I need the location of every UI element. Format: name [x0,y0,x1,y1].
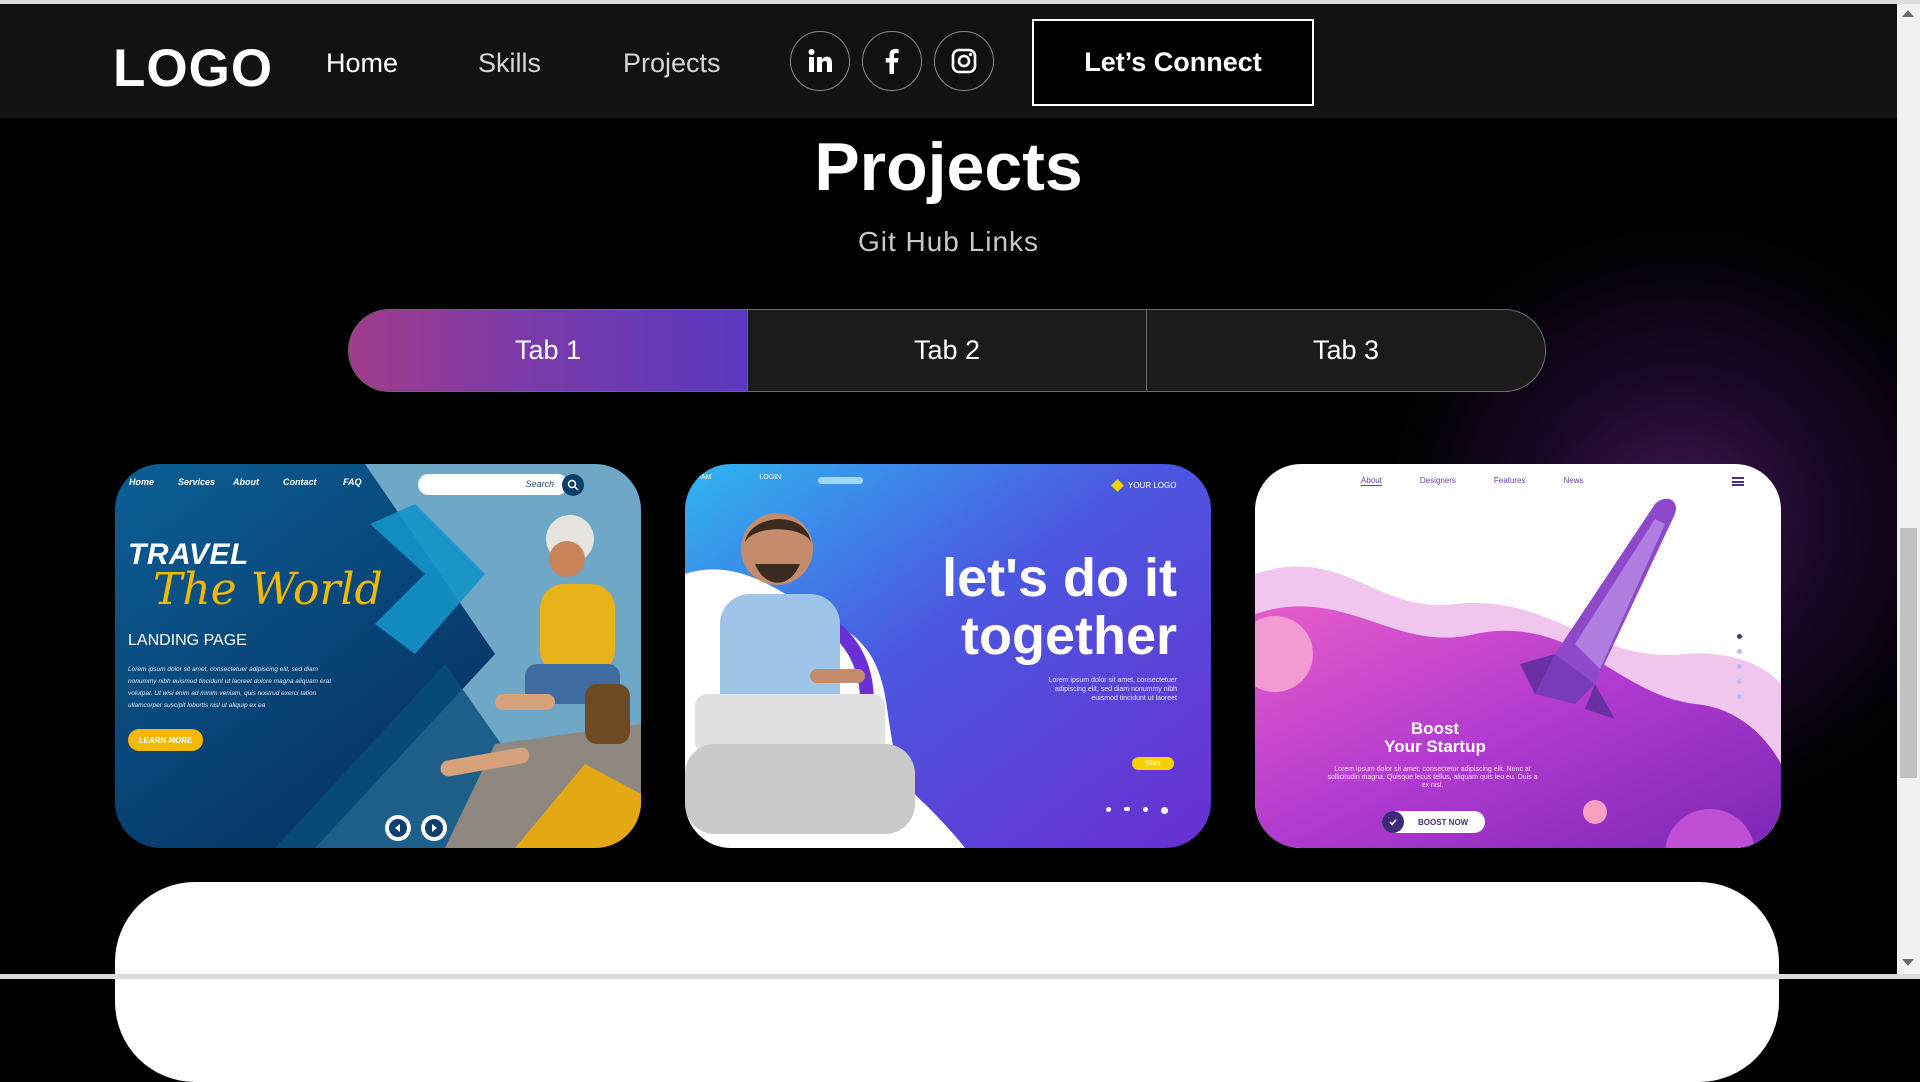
globe-icon[interactable] [1161,807,1168,814]
together-nav: FAM LOGIN [697,474,781,481]
section-subtitle: Git Hub Links [857,226,1040,257]
together-logo-text: YOUR LOGO [1128,481,1177,490]
together-social-icons [1106,807,1168,814]
travel-nav-about[interactable]: About [233,477,283,487]
travel-nav-contact[interactable]: Contact [283,477,343,487]
startup-nav-news[interactable]: News [1564,476,1584,486]
startup-body-text: Lorem ipsum dolor sit amet, consectetur … [1327,766,1538,789]
check-icon [1382,811,1404,833]
project-card-together[interactable]: FAM LOGIN YOUR LOGO let's do it together… [685,464,1211,848]
together-start-button[interactable]: Start [1132,757,1174,770]
instagram-icon [951,48,977,74]
startup-button-label: BOOST NOW [1418,817,1469,827]
carousel-prev-icon[interactable] [385,815,411,841]
mail-icon[interactable] [1124,807,1130,811]
startup-headline: Boost Your Startup [1255,720,1615,756]
facebook-icon [885,48,899,74]
scrollbar-thumb[interactable] [1900,528,1917,778]
travel-nav: Home Services About Contact FAQ [129,477,373,487]
nav-home[interactable]: Home [326,48,398,79]
travel-nav-faq[interactable]: FAQ [343,477,373,487]
project-tabs: Tab 1 Tab 2 Tab 3 [348,309,1546,392]
together-headline: let's do it together [942,549,1177,665]
startup-nav-designers[interactable]: Designers [1420,476,1456,486]
startup-nav: About Designers Features News [1361,476,1584,486]
tab-2[interactable]: Tab 2 [748,310,1147,391]
together-nav-login[interactable]: LOGIN [759,474,781,481]
startup-landing-image [1255,464,1781,848]
scroll-down-icon[interactable] [1902,959,1914,966]
travel-nav-home[interactable]: Home [129,477,178,487]
startup-nav-features[interactable]: Features [1494,476,1526,486]
linkedin-icon [808,49,832,72]
project-card-travel[interactable]: Home Services About Contact FAQ Search T… [115,464,641,848]
together-body-text: Lorem ipsum dolor sit amet, consectetuer… [1048,677,1177,702]
facebook-button[interactable] [862,31,922,91]
travel-learn-more-button[interactable]: LEARN MORE [128,729,203,751]
tab-1[interactable]: Tab 1 [349,310,748,391]
nav-projects[interactable]: Projects [623,48,721,79]
together-nav-item[interactable]: FAM [697,474,711,481]
tab-3[interactable]: Tab 3 [1147,310,1545,391]
logo[interactable]: LOGO [113,38,273,99]
startup-pagination-dots [1737,634,1742,699]
together-headline-line1: let's do it [942,548,1177,608]
section-title: Projects [814,129,1083,205]
travel-search-field[interactable]: Search [418,474,568,495]
travel-search-placeholder: Search [525,479,554,489]
phone-icon[interactable] [1143,807,1148,812]
scrollbar-track[interactable] [1897,4,1920,974]
travel-body-text: Lorem ipsum dolor sit amet, consectetuer… [128,666,332,709]
instagram-button[interactable] [934,31,994,91]
startup-headline-line1: Boost [1410,719,1460,738]
pagination-dot[interactable] [1737,664,1742,669]
menu-icon[interactable] [1732,477,1744,486]
navbar: LOGO Home Skills Projects Let’s Connect [0,4,1897,118]
startup-nav-about[interactable]: About [1361,476,1382,486]
travel-script-headline: The World [153,564,383,615]
linkedin-button[interactable] [790,31,850,91]
travel-landing-image [115,464,641,848]
window-bottom-border [0,974,1920,979]
startup-boost-now-button[interactable]: BOOST NOW [1382,811,1485,833]
nav-skills[interactable]: Skills [478,48,541,79]
travel-nav-services[interactable]: Services [178,477,233,487]
pagination-dot[interactable] [1737,694,1742,699]
startup-headline-line2: Your Startup [1384,737,1486,756]
location-icon[interactable] [1106,807,1111,812]
scroll-up-icon[interactable] [1902,10,1914,17]
pagination-dot[interactable] [1737,634,1742,639]
travel-subheadline: LANDING PAGE [128,632,247,649]
lets-connect-button[interactable]: Let’s Connect [1032,19,1314,106]
next-section-card [115,882,1779,1082]
search-icon[interactable] [562,474,584,496]
carousel-next-icon[interactable] [421,815,447,841]
together-search-bar[interactable] [818,477,863,484]
pagination-dot[interactable] [1737,649,1742,654]
pagination-dot[interactable] [1737,679,1742,684]
together-headline-line2: together [961,606,1177,666]
project-card-startup[interactable]: About Designers Features News Boost Your… [1255,464,1781,848]
